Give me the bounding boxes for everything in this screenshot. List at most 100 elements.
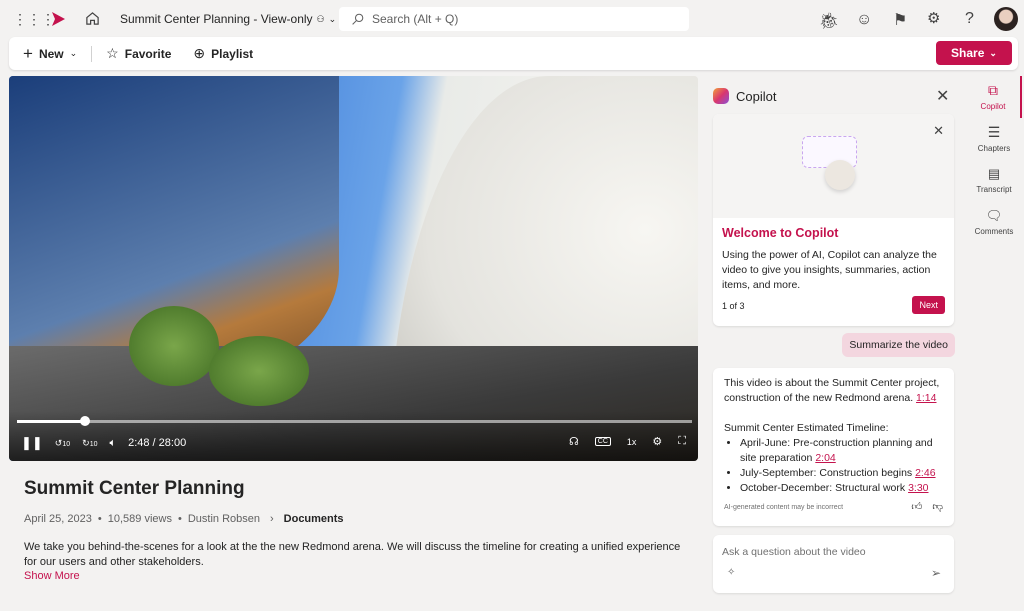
ai-disclaimer: AI-generated content may be incorrect <box>724 504 844 511</box>
time-display: 2:48 / 28:00 <box>128 437 187 449</box>
player-controls: ❚❚ ↺10 ↻10 🔈︎ 2:48 / 28:00 ☊ CC 1x ⚙ ⛶ <box>9 411 698 461</box>
chevron-down-icon: ⌄ <box>69 48 78 58</box>
separator-dot: • <box>177 513 182 525</box>
view-count: 10,589 views <box>107 513 172 525</box>
rail-label: Copilot <box>980 102 1006 111</box>
rail-item-copilot[interactable]: ⧉ Copilot <box>966 76 1022 118</box>
share-label: Share <box>951 46 985 60</box>
top-bar: ⋮⋮⋮ Summit Center Planning - View-only ⚇ ⌄… <box>0 0 1024 38</box>
document-title[interactable]: Summit Center Planning - View-only ⚇ ⌄ <box>120 12 336 26</box>
rail-label: Comments <box>974 227 1014 236</box>
chevron-right-icon: › <box>269 513 274 525</box>
pager: 1 of 3 <box>722 301 745 311</box>
next-button[interactable]: Next <box>912 296 945 314</box>
transcript-icon: ▤ <box>987 166 1001 181</box>
user-prompt-bubble: Summarize the video <box>842 333 955 357</box>
plus-icon: + <box>23 43 33 63</box>
command-bar: + New ⌄ ☆ Favorite ⊕ Playlist Share ⌄ <box>9 37 1018 70</box>
separator-dot: • <box>97 513 102 525</box>
chevron-down-icon: ⌄ <box>989 47 997 58</box>
timeline-item: July-September: Construction begins 2:46 <box>740 466 943 481</box>
flag-icon[interactable]: ⚑ <box>893 10 907 30</box>
location-link[interactable]: Documents <box>284 513 344 525</box>
author-name[interactable]: Dustin Robsen <box>188 513 260 525</box>
rail-item-chapters[interactable]: ☰ Chapters <box>966 118 1022 160</box>
volume-icon[interactable]: 🔈︎ <box>109 437 116 450</box>
copilot-title: Copilot <box>736 89 777 104</box>
publish-date: April 25, 2023 <box>24 513 92 525</box>
forward-10-icon[interactable]: ↻10 <box>82 438 97 449</box>
timeline-text: April-June: Pre-construction planning an… <box>740 437 933 464</box>
star-icon: ☆ <box>106 45 119 61</box>
question-input[interactable]: Ask a question about the video ✧ ➢ <box>713 535 954 593</box>
rail-item-comments[interactable]: 🗨︎ Comments <box>966 202 1022 244</box>
stream-logo-icon[interactable] <box>50 11 66 27</box>
search-placeholder: Search (Alt + Q) <box>372 12 459 26</box>
captions-icon[interactable]: CC <box>594 437 611 446</box>
video-player[interactable]: ❚❚ ↺10 ↻10 🔈︎ 2:48 / 28:00 ☊ CC 1x ⚙ ⛶ <box>9 76 698 461</box>
timestamp-link[interactable]: 1:14 <box>916 392 936 404</box>
pause-icon[interactable]: ❚❚ <box>21 435 43 451</box>
rewind-10-icon[interactable]: ↺10 <box>55 438 70 449</box>
playlist-label: Playlist <box>211 46 254 61</box>
rail-item-transcript[interactable]: ▤ Transcript <box>966 160 1022 202</box>
copilot-icon: ⧉ <box>988 82 998 98</box>
side-rail: ⧉ Copilot ☰ Chapters ▤ Transcript 🗨︎ Comment… <box>966 76 1022 244</box>
share-button[interactable]: Share ⌄ <box>936 41 1012 65</box>
seek-bar[interactable] <box>17 416 692 426</box>
thumbs-up-icon[interactable]: 👍︎ <box>911 501 922 513</box>
search-input[interactable]: Search (Alt + Q) <box>339 7 689 31</box>
timeline-text: July-September: Construction begins <box>740 467 913 479</box>
settings-icon[interactable]: ⚙ <box>927 9 940 27</box>
welcome-body: Using the power of AI, Copilot can analy… <box>722 249 937 291</box>
bug-icon[interactable]: 🐞︎ <box>819 11 839 31</box>
divider <box>91 45 93 62</box>
copilot-pane: Copilot ✕ ✕ Welcome to Copilot Using the… <box>703 76 965 606</box>
timeline-item: October-December: Structural work 3:30 <box>740 481 943 496</box>
new-button[interactable]: + New ⌄ <box>9 44 85 64</box>
search-icon <box>352 13 364 25</box>
timeline-item: April-June: Pre-construction planning an… <box>740 436 943 466</box>
welcome-title: Welcome to Copilot <box>722 226 839 240</box>
timestamp-link[interactable]: 2:04 <box>815 452 835 464</box>
timeline-text: October-December: Structural work <box>740 482 906 494</box>
help-icon[interactable]: ? <box>965 10 974 28</box>
show-more-link[interactable]: Show More <box>24 570 80 582</box>
settings-icon[interactable]: ⚙ <box>652 435 662 448</box>
send-icon[interactable]: ➢ <box>931 566 941 580</box>
response-heading: Summit Center Estimated Timeline: <box>724 422 889 434</box>
video-title: Summit Center Planning <box>24 478 245 499</box>
seek-progress <box>17 420 85 423</box>
audio-description-icon[interactable]: ☊ <box>569 435 579 448</box>
new-label: New <box>38 46 64 61</box>
seek-handle[interactable] <box>79 416 90 426</box>
sparkle-prompts-icon[interactable]: ✧ <box>727 567 735 578</box>
welcome-card: ✕ Welcome to Copilot Using the power of … <box>713 114 954 326</box>
response-intro: This video is about the Summit Center pr… <box>724 377 940 404</box>
timestamp-link[interactable]: 2:46 <box>915 467 935 479</box>
home-icon[interactable] <box>85 11 100 26</box>
chevron-down-icon: ⌄ <box>328 13 337 24</box>
close-pane-icon[interactable]: ✕ <box>936 86 949 106</box>
rail-label: Chapters <box>977 144 1011 153</box>
rewind-seconds: 10 <box>62 440 71 448</box>
rail-label: Transcript <box>976 185 1012 194</box>
chapters-icon: ☰ <box>987 124 1001 140</box>
favorite-button[interactable]: ☆ Favorite <box>98 45 179 62</box>
favorite-label: Favorite <box>124 46 172 61</box>
fullscreen-icon[interactable]: ⛶ <box>678 435 686 448</box>
feedback-icon[interactable]: ☺ <box>856 11 872 29</box>
video-meta: April 25, 2023 • 10,589 views • Dustin Rob… <box>24 513 344 525</box>
playlist-button[interactable]: ⊕ Playlist <box>185 45 261 62</box>
playback-speed[interactable]: 1x <box>627 437 637 447</box>
video-frame-tree <box>209 336 309 406</box>
copilot-logo-icon <box>713 88 729 104</box>
thumbs-down-icon[interactable]: 👎︎ <box>932 501 943 513</box>
timeline-list: April-June: Pre-construction planning an… <box>724 436 943 496</box>
avatar[interactable] <box>994 7 1018 31</box>
forward-seconds: 10 <box>89 440 98 448</box>
close-card-icon[interactable]: ✕ <box>933 123 944 139</box>
app-launcher-icon[interactable]: ⋮⋮⋮ <box>13 11 55 28</box>
welcome-illustration: ✕ <box>713 114 954 218</box>
timestamp-link[interactable]: 3:30 <box>908 482 928 494</box>
